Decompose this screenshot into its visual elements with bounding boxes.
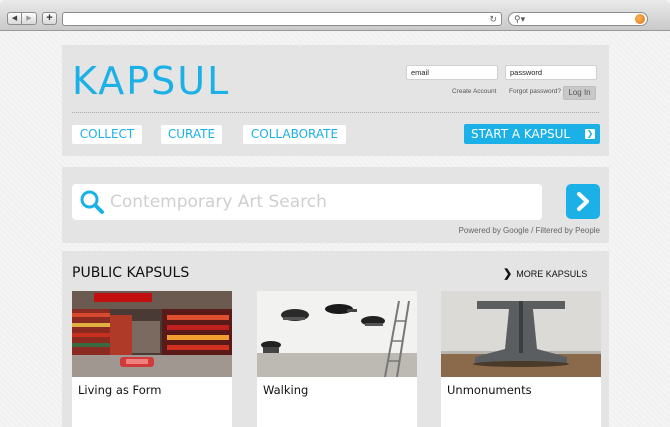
kapsul-card[interactable]: Living as Form [72,291,232,427]
password-field[interactable]: password [505,65,597,80]
public-kapsuls-panel: PUBLIC KAPSULS ❯ MORE KAPSULS Living as … [62,251,609,427]
tab-collect[interactable]: COLLECT [72,125,142,144]
powered-by-text: Powered by Google / Filtered by People [458,226,600,235]
address-bar[interactable]: ↻ [62,12,502,26]
plus-icon[interactable]: + [42,12,57,25]
reload-icon[interactable]: ↻ [489,13,497,25]
search-icon [80,190,104,214]
card-title[interactable]: Walking [263,383,308,397]
site-logo[interactable]: KAPSUL [72,59,230,103]
browser-toolbar: ◀ ▶ + ↻ ⚲▾ [0,0,670,31]
section-title: PUBLIC KAPSULS [72,265,190,281]
sculpture-photo[interactable] [441,291,601,377]
chevron-right-icon: ❯ [503,268,513,280]
forgot-password-link[interactable]: Forgot password? [509,88,561,95]
more-kapsuls-label: MORE KAPSULS [516,269,588,279]
chevron-right-icon [577,192,589,211]
browser-search-field[interactable]: ⚲▾ [508,12,648,26]
header-divider [72,112,599,113]
tab-curate[interactable]: CURATE [161,125,222,144]
kapsul-card[interactable]: Walking [257,291,417,427]
chevron-right-icon: ❯ [585,129,595,139]
search-panel: Contemporary Art Search Powered by Googl… [62,167,609,243]
nav-buttons: ◀ ▶ [7,12,37,25]
email-field[interactable]: email [406,65,498,80]
create-account-link[interactable]: Create Account [452,88,496,95]
start-kapsul-label: START A KAPSUL [471,127,571,141]
search-submit-button[interactable] [566,184,600,219]
kapsul-card[interactable]: Unmonuments [441,291,601,427]
magnifier-icon: ⚲▾ [514,14,526,24]
card-title[interactable]: Unmonuments [447,383,532,397]
snap-icon [635,14,645,24]
login-button[interactable]: Log In [563,86,596,100]
search-placeholder: Contemporary Art Search [110,192,327,212]
start-kapsul-button[interactable]: START A KAPSUL ❯ [464,124,600,144]
back-arrow-icon[interactable]: ◀ [7,12,22,25]
card-title[interactable]: Living as Form [78,383,162,397]
header-panel: KAPSUL email password Create Account For… [62,45,609,156]
gallery-performance-photo[interactable] [257,291,417,377]
more-kapsuls-link[interactable]: ❯ MORE KAPSULS [503,267,587,280]
tab-collaborate[interactable]: COLLABORATE [243,125,346,144]
search-input[interactable]: Contemporary Art Search [72,184,542,220]
forward-arrow-icon[interactable]: ▶ [22,12,37,25]
supermarket-aisle-photo[interactable] [72,291,232,377]
